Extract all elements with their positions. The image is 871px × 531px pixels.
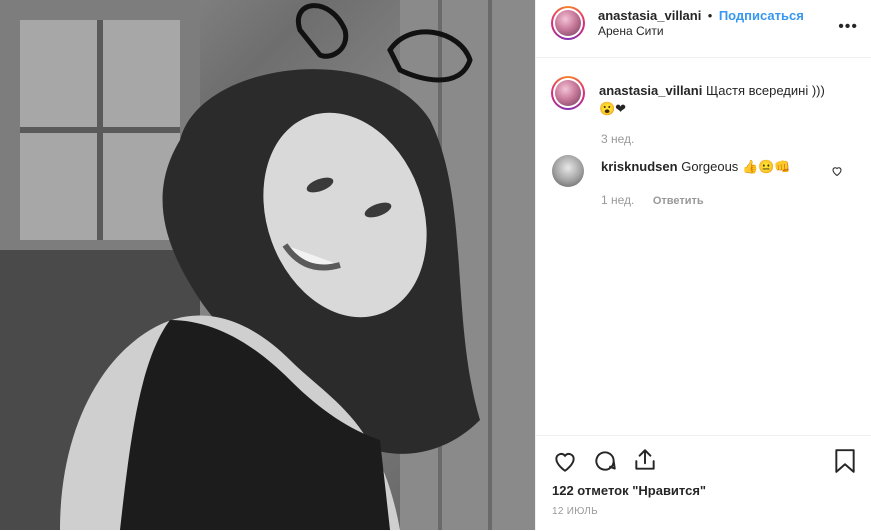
post-header: anastasia_villani • Подписаться Арена Си… bbox=[536, 0, 871, 58]
share-icon[interactable] bbox=[632, 447, 658, 478]
comment-username[interactable]: krisknudsen bbox=[601, 159, 678, 174]
comment-icon[interactable] bbox=[592, 448, 618, 479]
caption-username[interactable]: anastasia_villani bbox=[599, 83, 702, 98]
location-link[interactable]: Арена Сити bbox=[598, 24, 664, 38]
comment-text: Gorgeous bbox=[681, 159, 739, 174]
caption-text: Щастя всередині ))) bbox=[705, 83, 825, 98]
more-options-icon[interactable]: ••• bbox=[838, 18, 858, 36]
comment-like-heart-icon[interactable] bbox=[831, 164, 843, 182]
post-date[interactable]: 12 ИЮЛЬ bbox=[552, 506, 598, 517]
follow-button[interactable]: Подписаться bbox=[719, 8, 804, 23]
author-avatar[interactable] bbox=[551, 6, 585, 40]
caption-text-block: anastasia_villani Щастя всередині ))) 😮❤ bbox=[599, 82, 839, 118]
photo-illustration bbox=[0, 0, 535, 530]
comment-text-block: krisknudsen Gorgeous 👍😐👊 bbox=[601, 159, 791, 175]
author-username[interactable]: anastasia_villani bbox=[598, 8, 701, 23]
reply-button[interactable]: Ответить bbox=[653, 195, 704, 207]
comment-time[interactable]: 1 нед. bbox=[601, 193, 634, 207]
post-sidebar: anastasia_villani • Подписаться Арена Си… bbox=[535, 0, 871, 530]
caption-avatar[interactable] bbox=[551, 76, 585, 110]
comment-emojis: 👍😐👊 bbox=[741, 159, 791, 174]
commenter-avatar[interactable] bbox=[552, 155, 584, 187]
caption-time[interactable]: 3 нед. bbox=[601, 132, 634, 146]
bookmark-icon[interactable] bbox=[834, 448, 856, 479]
likes-count[interactable]: 122 отметок "Нравится" bbox=[552, 483, 706, 498]
separator-dot: • bbox=[707, 8, 713, 23]
caption-emojis: 😮❤ bbox=[599, 101, 627, 116]
post-photo[interactable] bbox=[0, 0, 535, 530]
heart-icon[interactable] bbox=[552, 448, 578, 479]
